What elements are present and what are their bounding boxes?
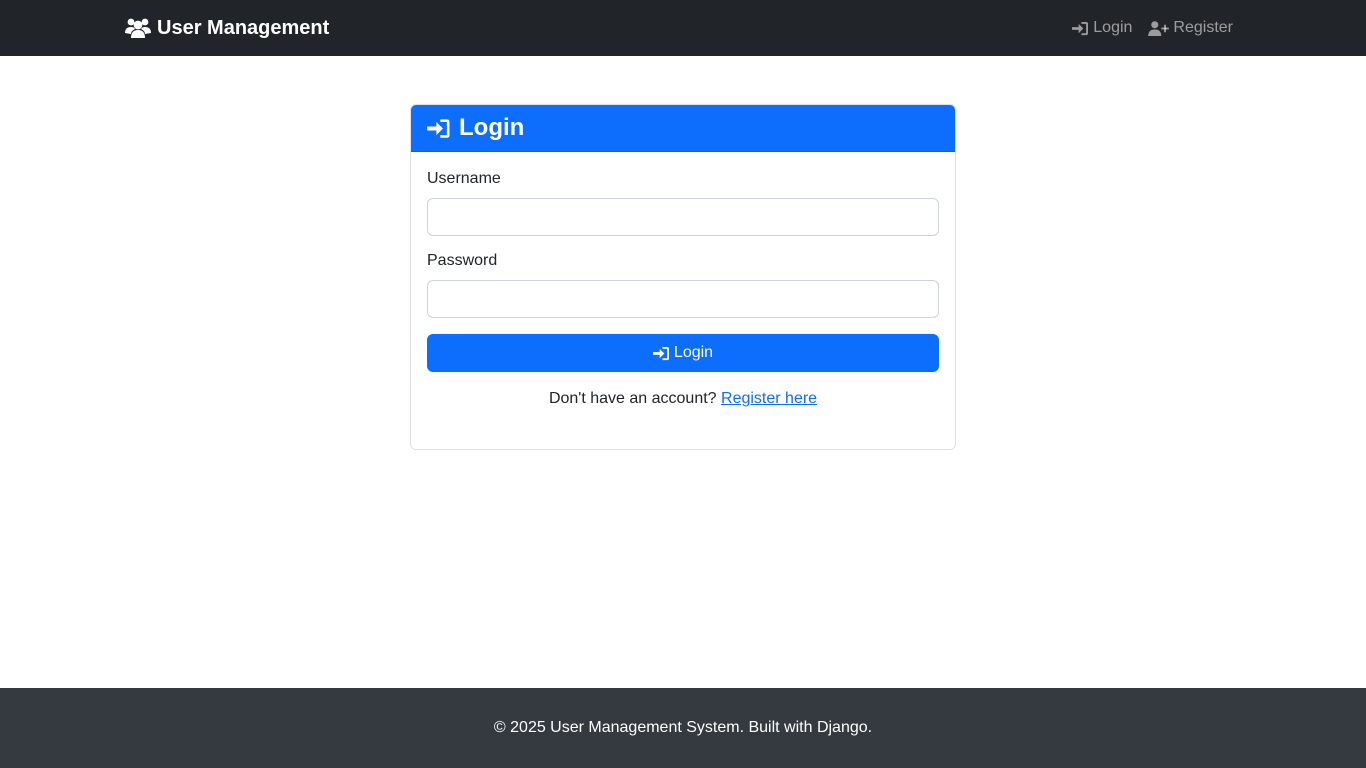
sign-in-icon — [1072, 21, 1089, 36]
brand-label: User Management — [157, 16, 330, 39]
login-button-label: Login — [673, 344, 714, 361]
username-label: Username — [427, 170, 501, 187]
password-label: Password — [427, 252, 498, 269]
login-button[interactable]: Login — [427, 334, 939, 372]
nav-login-link[interactable]: Login — [1072, 19, 1132, 37]
login-card: Login Username Password Login Don't have… — [410, 104, 956, 450]
users-icon — [125, 17, 151, 39]
username-input[interactable] — [427, 198, 939, 236]
sign-in-icon — [652, 346, 670, 361]
user-plus-icon — [1148, 20, 1170, 36]
username-group: Username — [427, 170, 939, 236]
footer-text: © 2025 User Management System. Built wit… — [493, 719, 873, 736]
nav-login-label: Login — [1093, 19, 1133, 36]
password-group: Password — [427, 252, 939, 318]
register-link[interactable]: Register here — [721, 390, 817, 407]
footer: © 2025 User Management System. Built wit… — [0, 688, 1366, 768]
login-form: Username Password Login Don't have an ac… — [411, 152, 955, 408]
nav-links: Login Register — [1072, 19, 1233, 37]
top-navbar: User Management Login Register — [0, 0, 1366, 56]
sign-in-icon — [427, 118, 451, 139]
nav-register-label: Register — [1173, 19, 1233, 36]
brand-link[interactable]: User Management — [125, 17, 329, 40]
password-input[interactable] — [427, 280, 939, 318]
register-prompt: Don't have an account? Register here — [427, 390, 939, 408]
nav-register-link[interactable]: Register — [1148, 19, 1233, 37]
card-header: Login — [411, 105, 955, 152]
register-prompt-text: Don't have an account? — [548, 390, 717, 407]
page-title: Login — [459, 114, 525, 141]
